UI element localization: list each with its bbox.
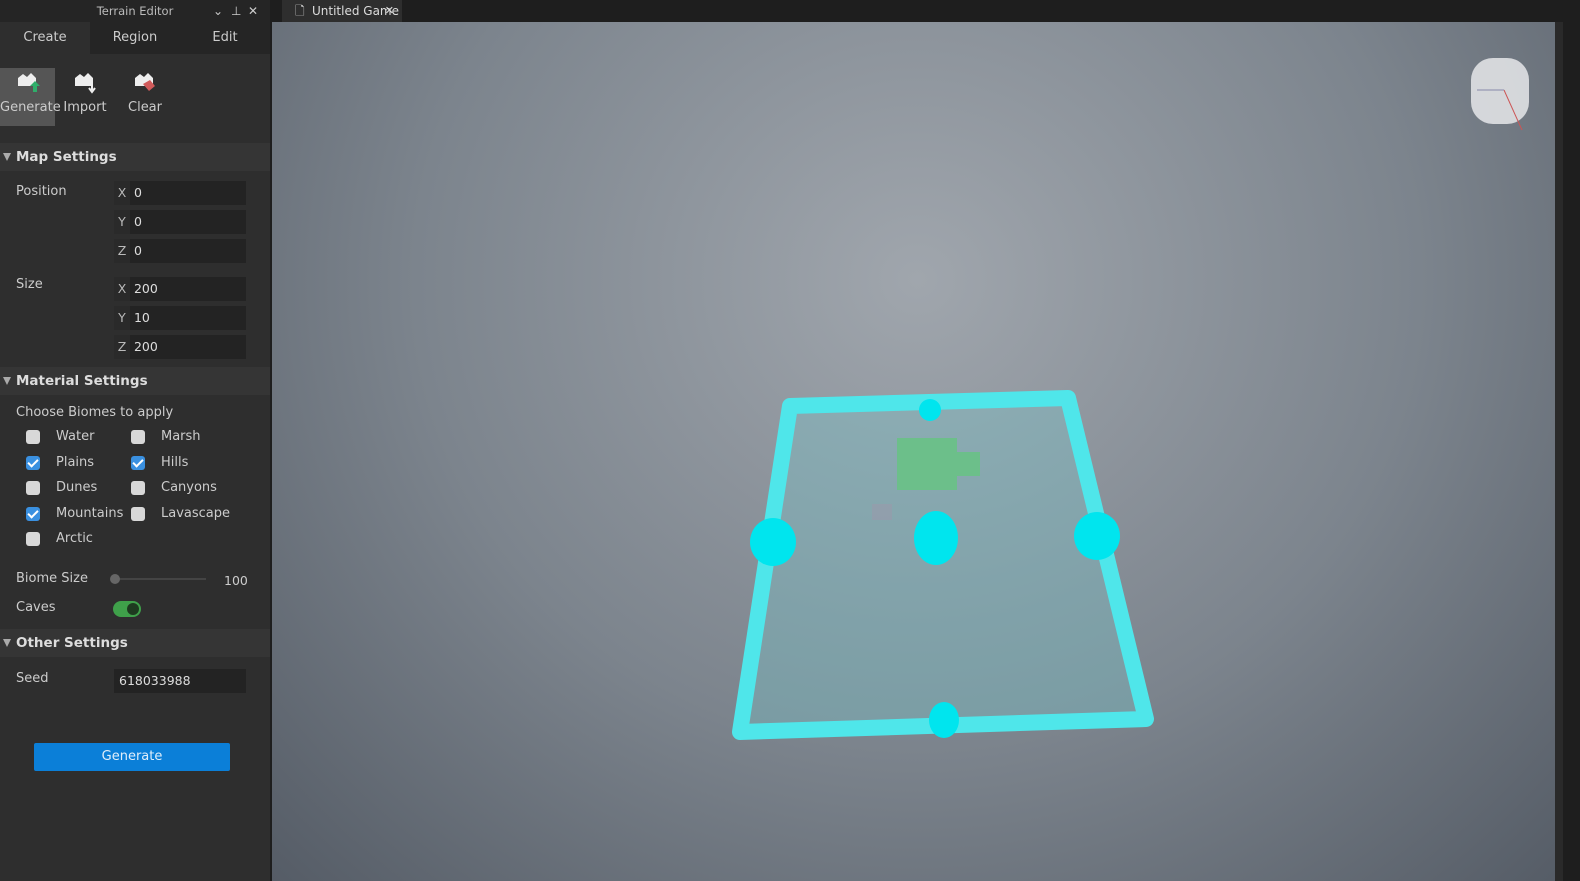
tab-region[interactable]: Region [90, 22, 180, 54]
close-icon[interactable]: ✕ [248, 0, 258, 22]
biome-label: Lavascape [161, 505, 231, 521]
biome-checkbox-dunes[interactable]: Dunes [16, 478, 97, 498]
position-label: Position [16, 184, 67, 199]
position-z-input[interactable]: Z 0 [114, 239, 246, 263]
resize-handle-top[interactable] [919, 399, 941, 421]
biomes-label: Choose Biomes to apply [16, 405, 174, 420]
biome-checkbox-water[interactable]: Water [16, 427, 94, 447]
close-tab-icon[interactable]: ✕ [385, 0, 394, 22]
biome-label: Water [56, 429, 95, 444]
checkbox[interactable] [131, 481, 145, 495]
checkbox[interactable] [26, 506, 40, 521]
tool-label: Import [63, 100, 107, 115]
resize-handle-left[interactable] [750, 518, 796, 566]
generate-tool-button[interactable]: Generate [0, 68, 61, 126]
checkbox[interactable] [26, 481, 40, 495]
3d-viewport[interactable] [272, 22, 1563, 881]
value: 200 [133, 281, 158, 296]
biome-label: Canyons [161, 480, 217, 495]
biome-checkbox-hills[interactable]: Hills [121, 453, 188, 473]
position-y-input[interactable]: Y 0 [114, 210, 246, 234]
biome-label: Hills [161, 454, 189, 470]
biome-label: Arctic [56, 531, 93, 546]
view-cube[interactable] [1471, 58, 1529, 131]
checkbox[interactable] [26, 532, 40, 546]
biome-checkbox-marsh[interactable]: Marsh [121, 427, 201, 447]
terrain-import-icon [75, 73, 96, 94]
size-label: Size [16, 277, 43, 292]
other-settings-header[interactable]: Other Settings [0, 629, 270, 657]
checkbox[interactable] [26, 430, 40, 444]
terrain-editor-panel: Terrain Editor ⌄ ⊥ ✕ Create Region Edit … [0, 0, 270, 881]
panel-title: Terrain Editor [96, 4, 174, 18]
size-x-input[interactable]: X 200 [114, 277, 246, 301]
seed-label: Seed [16, 671, 49, 686]
map-settings-header[interactable]: Map Settings [0, 143, 270, 171]
document-tabbar: 🗋 Untitled Game ✕ [272, 0, 1580, 22]
resize-handle-center[interactable] [914, 511, 958, 565]
biome-checkbox-canyons[interactable]: Canyons [121, 478, 217, 498]
biome-checkbox-lavascape[interactable]: Lavascape [121, 504, 230, 524]
biome-checkbox-mountains[interactable]: Mountains [16, 504, 123, 524]
biome-label: Marsh [161, 429, 201, 444]
resize-handle-bottom[interactable] [929, 702, 959, 738]
seed-input[interactable]: 618033988 [114, 669, 246, 693]
chevron-down-icon[interactable]: ⌄ [213, 0, 223, 22]
biome-label: Plains [56, 454, 95, 470]
position-x-input[interactable]: X 0 [114, 181, 246, 205]
material-settings-header[interactable]: Material Settings [0, 367, 270, 395]
document-icon: 🗋 [295, 4, 305, 18]
value: 0 [133, 214, 142, 229]
biome-label: Mountains [56, 505, 124, 521]
viewport-edge [1555, 22, 1563, 881]
checkbox[interactable] [131, 430, 145, 444]
import-tool-button[interactable]: Import [55, 68, 115, 126]
biome-size-value[interactable]: 100 [224, 573, 248, 588]
value: 0 [133, 185, 142, 200]
terrain-clear-icon [135, 73, 155, 91]
biome-checkbox-plains[interactable]: Plains [16, 453, 94, 473]
pin-icon[interactable]: ⊥ [231, 0, 241, 22]
pivot-gear-icon [872, 504, 892, 520]
caves-toggle[interactable] [113, 601, 141, 617]
tab-edit[interactable]: Edit [180, 22, 270, 54]
tab-create[interactable]: Create [0, 22, 90, 54]
panel-titlebar: Terrain Editor ⌄ ⊥ ✕ [0, 0, 270, 22]
value: 10 [133, 310, 150, 325]
value: 0 [133, 243, 142, 258]
checkbox[interactable] [26, 455, 40, 470]
biome-size-slider[interactable] [110, 574, 206, 584]
caves-label: Caves [16, 600, 56, 615]
checkbox[interactable] [131, 455, 145, 470]
terrain-preview [897, 438, 957, 490]
value: 200 [133, 339, 158, 354]
size-z-input[interactable]: Z 200 [114, 335, 246, 359]
clear-tool-button[interactable]: Clear [115, 68, 175, 126]
biome-size-label: Biome Size [16, 571, 88, 586]
size-y-input[interactable]: Y 10 [114, 306, 246, 330]
biome-checkbox-arctic[interactable]: Arctic [16, 529, 93, 549]
biome-label: Dunes [56, 480, 98, 495]
generate-button[interactable]: Generate [34, 743, 230, 771]
tool-label: Clear [128, 100, 162, 115]
tool-label: Generate [0, 100, 61, 115]
checkbox[interactable] [131, 506, 145, 521]
tab-untitled-game[interactable]: 🗋 Untitled Game ✕ [282, 0, 402, 22]
resize-handle-right[interactable] [1074, 512, 1120, 560]
terrain-generate-icon [17, 73, 40, 92]
